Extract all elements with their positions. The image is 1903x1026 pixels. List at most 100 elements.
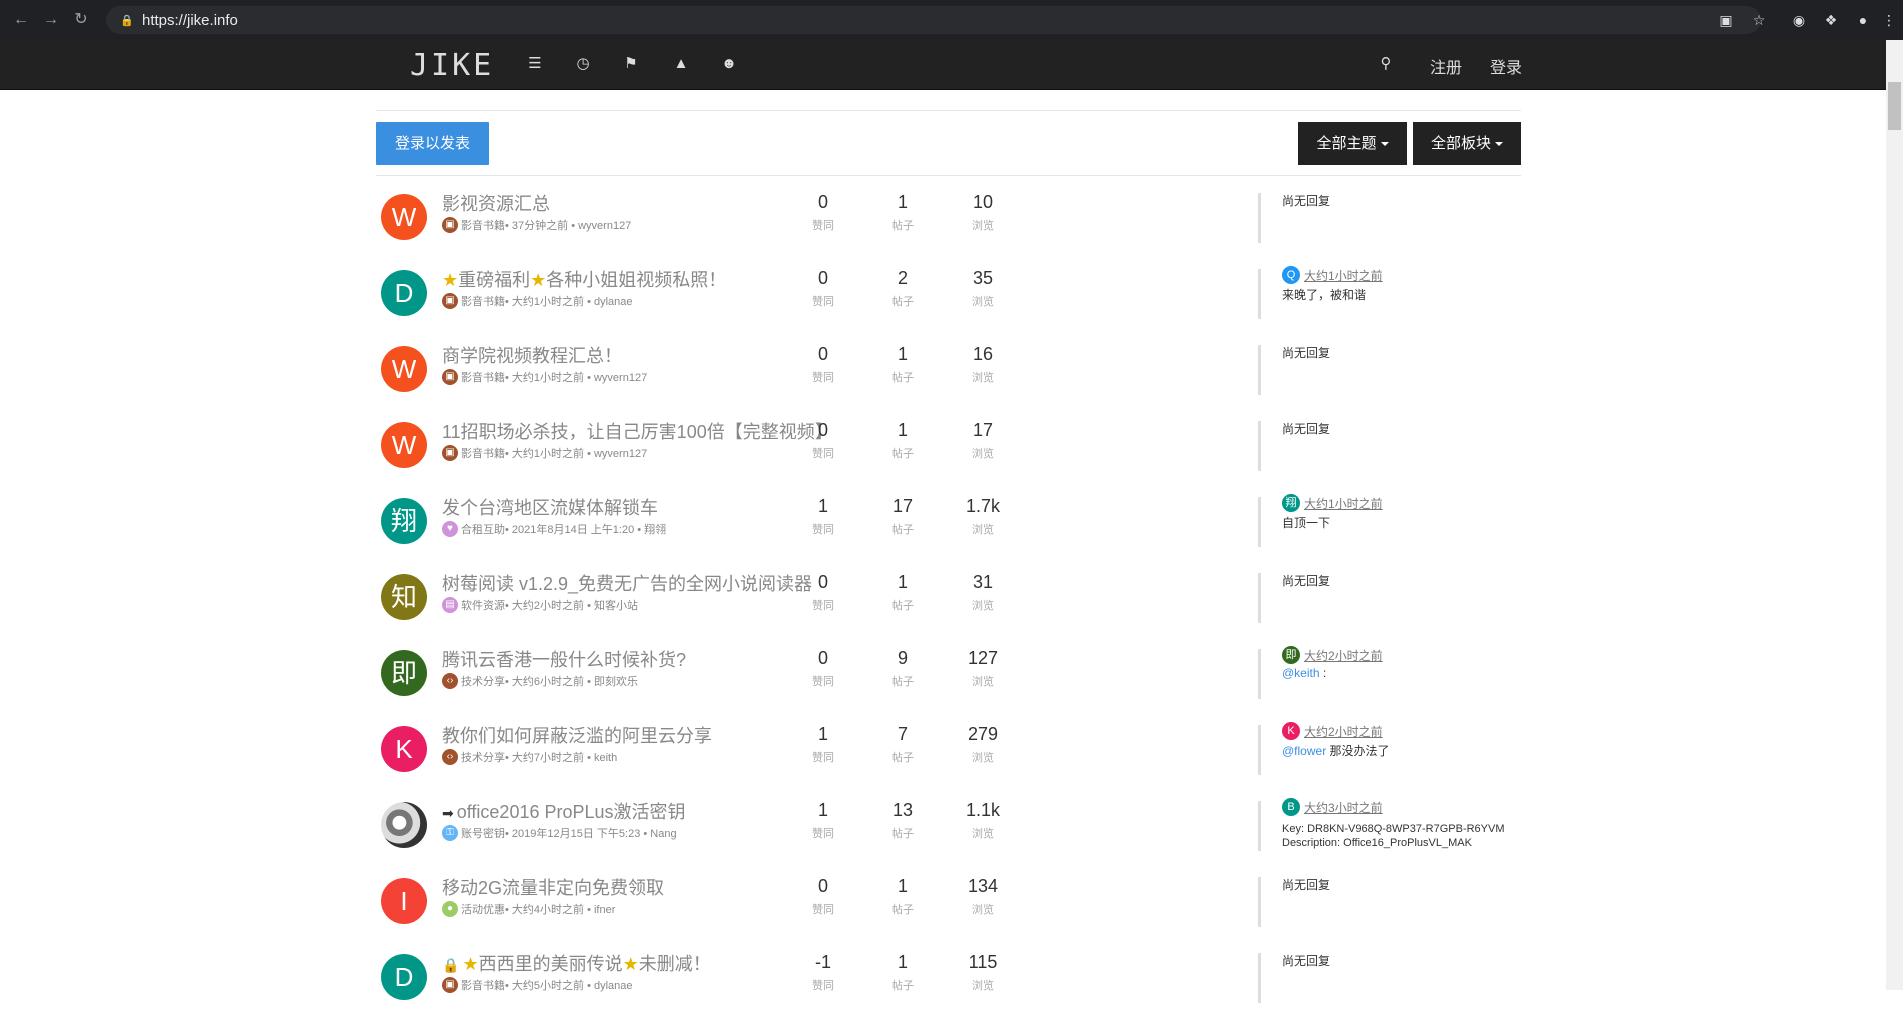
reply-avatar[interactable]: K [1282, 722, 1300, 740]
reply-time-link[interactable]: 大约1小时之前 [1304, 267, 1383, 284]
profile-icon[interactable]: ● [1854, 11, 1872, 29]
film-icon: ▣ [442, 977, 458, 993]
posts-stat: 1 帖子 [868, 344, 938, 385]
new-topic-button[interactable]: 登录以发表 [376, 122, 489, 165]
user-avatar[interactable]: W [381, 346, 427, 392]
topic-title-link[interactable]: 发个台湾地区流媒体解锁车 [442, 494, 658, 520]
forward-icon[interactable]: → [42, 11, 60, 29]
user-avatar[interactable]: K [381, 726, 427, 772]
list-icon[interactable]: ☰ [526, 55, 544, 73]
category-link[interactable]: 合租互助 [461, 521, 505, 537]
votes-label: 赞同 [812, 676, 834, 688]
votes-stat: 0 赞同 [788, 344, 858, 385]
topic-title-link[interactable]: 商学院视频教程汇总！ [442, 342, 622, 368]
user-avatar[interactable]: I [381, 878, 427, 924]
reply-time-link[interactable]: 大约1小时之前 [1304, 495, 1383, 512]
topic-title-link[interactable]: 移动2G流量非定向免费领取 [442, 874, 664, 900]
topic-row[interactable]: K 教你们如何屏蔽泛滥的阿里云分享 ‹› 技术分享 • 大约7小时之前 • keith… [376, 722, 1521, 798]
category-link[interactable]: 影音书籍 [461, 445, 505, 461]
category-link[interactable]: 影音书籍 [461, 293, 505, 309]
topic-title-link[interactable]: 影视资源汇总 [442, 190, 550, 216]
user-icon[interactable]: ☻ [720, 55, 738, 73]
user-avatar[interactable]: 知 [381, 574, 427, 620]
tags-icon[interactable]: ⚑ [622, 55, 640, 73]
fire-icon[interactable]: ▲ [672, 55, 690, 73]
votes-label: 赞同 [812, 980, 834, 992]
category-link[interactable]: 影音书籍 [461, 977, 505, 993]
title-text: 腾讯云香港一般什么时候补货? [442, 650, 687, 670]
qr-code-icon[interactable]: ▣ [1717, 11, 1735, 29]
brand-logo[interactable]: JIKE [410, 48, 494, 83]
topic-row[interactable]: I 移动2G流量非定向免费领取 ● 活动优惠 • 大约4小时之前 • ifner 0 赞同… [376, 874, 1521, 950]
topic-row[interactable]: D 🔒 ★西西里的美丽传说★未删减！ ▣ 影音书籍 • 大约5小时之前 • dylana… [376, 950, 1521, 1026]
topic-row[interactable]: 即腾讯云香港一般什么时候补货? ‹› 技术分享 • 大约6小时之前 • 即刻欢乐 0 赞… [376, 646, 1521, 722]
views-stat: 1.1k 浏览 [948, 800, 1018, 841]
title-text: 影视资源汇总 [442, 194, 550, 214]
views-count: 35 [972, 268, 994, 288]
topic-title-link[interactable]: ➡ office2016 ProPLus激活密钥 [442, 798, 686, 824]
category-link[interactable]: 软件资源 [461, 597, 505, 613]
user-mention[interactable]: @keith [1282, 666, 1320, 680]
category-link[interactable]: 影音书籍 [461, 369, 505, 385]
heart-icon: ♥ [442, 521, 458, 537]
category-link[interactable]: 影音书籍 [461, 217, 505, 233]
star-bookmark-icon[interactable]: ☆ [1750, 11, 1768, 29]
topic-row[interactable]: W 影视资源汇总 ▣ 影音书籍 • 37分钟之前 • wyvern127 0 赞同 1 帖子 1… [376, 190, 1521, 266]
no-reply-text: 尚无回复 [1282, 346, 1331, 360]
topic-row[interactable]: 翔发个台湾地区流媒体解锁车 ♥ 合租互助 • 2021年8月14日 上午1:20 •… [376, 494, 1521, 570]
reply-time-link[interactable]: 大约3小时之前 [1304, 799, 1383, 816]
posts-label: 帖子 [892, 372, 914, 384]
category-link[interactable]: 技术分享 [461, 749, 505, 765]
user-avatar[interactable]: W [381, 194, 427, 240]
search-icon[interactable]: ⚲ [1377, 55, 1395, 73]
url-text[interactable]: https://jike.info [142, 12, 238, 29]
menu-dots-icon[interactable]: ⋮ [1880, 11, 1898, 29]
posts-label: 帖子 [892, 524, 914, 536]
user-avatar[interactable]: D [381, 954, 427, 1000]
category-link[interactable]: 账号密钥 [461, 825, 505, 841]
address-bar[interactable]: 🔒 https://jike.info [106, 6, 1761, 34]
comment-icon: ● [442, 901, 458, 917]
all-topics-dropdown[interactable]: 全部主题 [1298, 122, 1407, 165]
category-link[interactable]: 活动优惠 [461, 901, 505, 917]
reply-avatar[interactable]: 翔 [1282, 494, 1300, 512]
reply-content: @keith : [1282, 666, 1383, 680]
reply-time-link[interactable]: 大约2小时之前 [1304, 723, 1383, 740]
topic-row[interactable]: W 11招职场必杀技，让自己厉害100倍【完整视频】 ▣ 影音书籍 • 大约1小时之前… [376, 418, 1521, 494]
user-avatar[interactable]: 翔 [381, 498, 427, 544]
topic-title-link[interactable]: 腾讯云香港一般什么时候补货? [442, 646, 686, 672]
topic-row[interactable]: ➡ office2016 ProPLus激活密钥 ⚿ 账号密钥 • 2019年12月1… [376, 798, 1521, 874]
reply-time-link[interactable]: 大约2小时之前 [1304, 647, 1383, 664]
category-link[interactable]: 技术分享 [461, 673, 505, 689]
user-avatar[interactable]: W [381, 422, 427, 468]
back-icon[interactable]: ← [12, 11, 30, 29]
scrollbar-thumb[interactable] [1888, 82, 1901, 130]
login-link[interactable]: 登录 [1490, 54, 1522, 78]
user-avatar[interactable]: D [381, 270, 427, 316]
last-reply-teaser: Q 大约1小时之前 来晚了，被和谐 [1282, 266, 1383, 303]
all-categories-dropdown[interactable]: 全部板块 [1413, 122, 1521, 165]
topic-title-link[interactable]: 树莓阅读 v1.2.9_免费无广告的全网小说阅读器 [442, 570, 812, 596]
topic-title-link[interactable]: 11招职场必杀技，让自己厉害100倍【完整视频】 [442, 418, 833, 444]
puzzle-icon[interactable]: ❖ [1822, 11, 1840, 29]
views-count: 134 [967, 876, 999, 896]
user-mention[interactable]: @flower [1282, 744, 1326, 758]
topic-title-link[interactable]: 🔒 ★西西里的美丽传说★未删减！ [442, 950, 711, 976]
reload-icon[interactable]: ↻ [72, 11, 90, 29]
reply-avatar[interactable]: 即 [1282, 646, 1300, 664]
topic-title-link[interactable]: 教你们如何屏蔽泛滥的阿里云分享 [442, 722, 712, 748]
topic-row[interactable]: D ★重磅福利★各种小姐姐视频私照！ ▣ 影音书籍 • 大约1小时之前 • dylan… [376, 266, 1521, 342]
scrollbar[interactable] [1886, 40, 1903, 990]
posts-label: 帖子 [892, 448, 914, 460]
extension-icon-1[interactable]: ◉ [1790, 11, 1808, 29]
topic-title-link[interactable]: ★重磅福利★各种小姐姐视频私照！ [442, 266, 726, 292]
user-avatar[interactable] [381, 802, 427, 848]
user-avatar[interactable]: 即 [381, 650, 427, 696]
reply-avatar[interactable]: Q [1282, 266, 1300, 284]
clock-icon[interactable]: ◷ [574, 55, 592, 73]
topic-row[interactable]: 知树莓阅读 v1.2.9_免费无广告的全网小说阅读器 ▤ 软件资源 • 大约2小时之… [376, 570, 1521, 646]
reply-avatar[interactable]: B [1282, 798, 1300, 816]
topic-row[interactable]: W 商学院视频教程汇总！ ▣ 影音书籍 • 大约1小时之前 • wyvern127 0 赞… [376, 342, 1521, 418]
posts-count: 1 [897, 420, 908, 440]
register-link[interactable]: 注册 [1430, 54, 1462, 78]
